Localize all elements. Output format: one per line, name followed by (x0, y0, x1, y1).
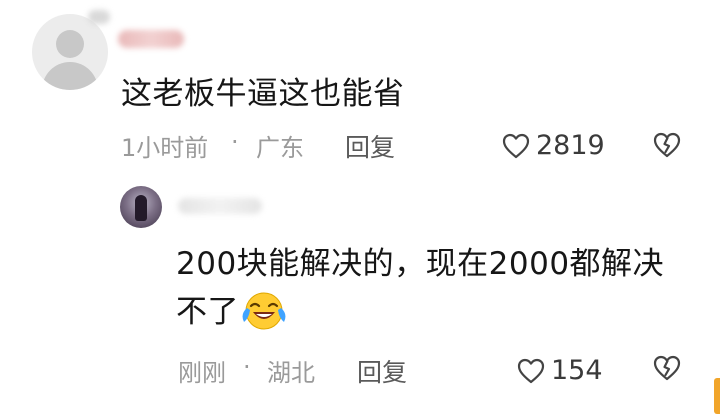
blurred-badge (88, 10, 110, 24)
blurred-reply-username[interactable] (178, 198, 262, 214)
like-count: 154 (551, 355, 603, 386)
like-count: 2819 (536, 130, 605, 161)
reply-button[interactable]: 回复 (345, 128, 395, 164)
comment-location: 广东 (256, 134, 304, 162)
meta-separator: · (231, 128, 239, 156)
broken-heart-icon[interactable] (652, 354, 682, 385)
user-avatar[interactable] (32, 14, 108, 90)
reply-time: 刚刚 (178, 359, 226, 387)
comment-time: 1小时前 (121, 134, 209, 162)
like-button[interactable]: 2819 (502, 130, 605, 161)
reply-button[interactable]: 回复 (357, 353, 407, 389)
scroll-edge-indicator (714, 378, 720, 414)
reply-text: 200块能解决的，现在2000都解决 不了 (176, 240, 664, 344)
heart-outline-icon (517, 358, 545, 384)
reply-text-line-2: 不了 (176, 288, 664, 344)
reply-user-avatar[interactable] (120, 186, 162, 228)
heart-outline-icon (502, 133, 530, 159)
avatar-head-placeholder (56, 30, 84, 58)
broken-heart-icon[interactable] (652, 131, 682, 162)
laughing-crying-emoji-icon (241, 290, 287, 344)
reply-text-line-1: 200块能解决的，现在2000都解决 (176, 246, 665, 282)
blurred-username[interactable] (118, 30, 184, 48)
reply-location: 湖北 (267, 359, 315, 387)
comment-text: 这老板牛逼这也能省 (121, 76, 405, 112)
reply-text-line-2-text: 不了 (176, 294, 239, 330)
avatar-body-placeholder (42, 62, 98, 90)
avatar-figure (135, 195, 147, 221)
meta-separator: · (243, 353, 251, 381)
like-button[interactable]: 154 (517, 355, 603, 386)
